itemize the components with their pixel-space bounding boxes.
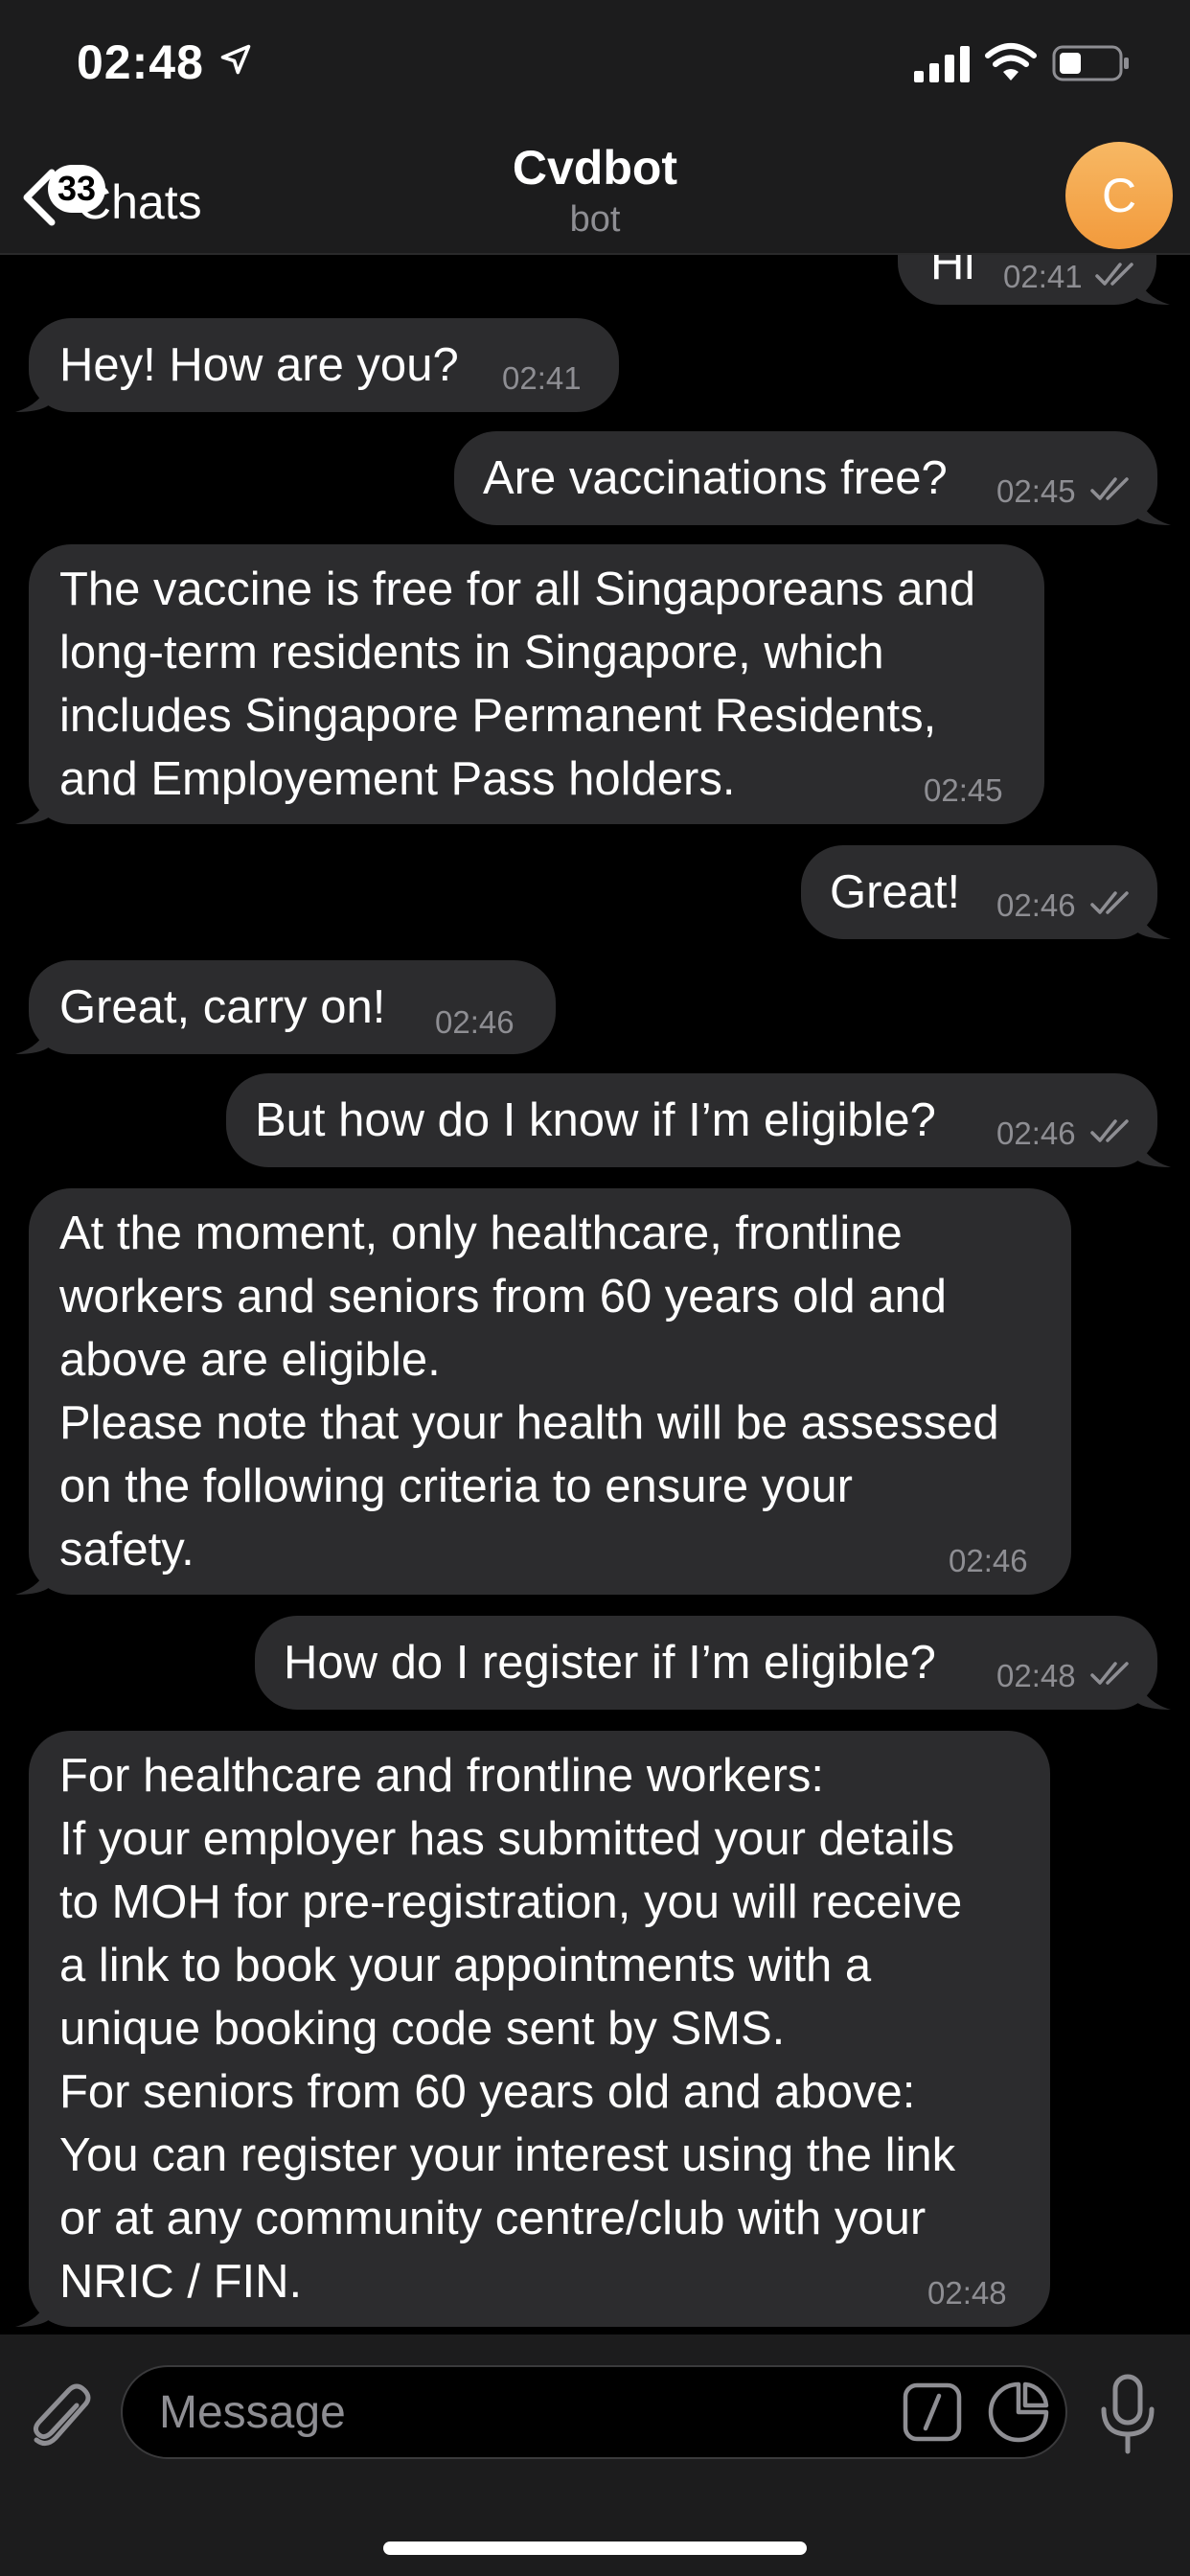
paperclip-icon[interactable] xyxy=(27,2379,94,2453)
double-check-icon xyxy=(1090,477,1129,500)
command-icon[interactable] xyxy=(903,2382,962,2442)
message-text: How do I register if I’m eligible? xyxy=(284,1637,936,1689)
message-time: 02:46 xyxy=(996,1116,1076,1151)
location-arrow-icon xyxy=(220,44,251,75)
double-check-icon xyxy=(1090,1119,1129,1142)
bubble-tail xyxy=(15,1562,50,1595)
home-indicator xyxy=(383,2542,807,2555)
wifi-icon xyxy=(985,43,1037,80)
message-time: 02:46 xyxy=(435,1004,515,1040)
sticker-icon[interactable] xyxy=(987,2380,1050,2444)
message-time: 02:45 xyxy=(996,473,1076,509)
message-text: But how do I know if I’m eligible? xyxy=(255,1094,936,1146)
chat-subtitle: bot xyxy=(569,199,621,240)
bubble-tail xyxy=(15,2294,50,2327)
message-text: Hey! How are you? xyxy=(59,339,459,391)
double-check-icon xyxy=(1090,891,1129,914)
message-placeholder: Message xyxy=(159,2387,346,2438)
message-text: At the moment, only healthcare, frontlin… xyxy=(59,1208,999,1576)
message-time: 02:46 xyxy=(996,887,1076,923)
bubble-tail xyxy=(15,792,50,824)
message-text: The vaccine is free for all Singaporeans… xyxy=(59,564,976,805)
message-input[interactable]: Message xyxy=(121,2365,1067,2459)
avatar[interactable]: C xyxy=(1065,142,1173,249)
status-time: 02:48 xyxy=(77,35,204,89)
bubble-tail xyxy=(1136,493,1171,525)
message-bubble-outgoing[interactable]: How do I register if I’m eligible? 02:48 xyxy=(255,1616,1171,1710)
message-bubble-outgoing[interactable]: Are vaccinations free? 02:45 xyxy=(454,431,1171,525)
message-text: Great, carry on! xyxy=(59,981,386,1033)
message-bubble-incoming[interactable]: At the moment, only healthcare, frontlin… xyxy=(15,1188,1071,1595)
message-time: 02:45 xyxy=(924,772,1003,808)
message-time: 02:48 xyxy=(996,1658,1076,1693)
message-bubble-incoming[interactable]: The vaccine is free for all Singaporeans… xyxy=(15,544,1044,824)
message-time: 02:46 xyxy=(949,1543,1028,1578)
microphone-icon[interactable] xyxy=(1098,2373,1157,2455)
nav-bar: Chats 33 Cvdbot bot C xyxy=(0,125,1190,255)
message-bubble-incoming[interactable]: Hey! How are you? 02:41 xyxy=(15,318,619,412)
signal-icon xyxy=(914,46,970,82)
bubble-tail xyxy=(1136,1135,1171,1167)
bubble-tail xyxy=(1135,272,1170,305)
message-bubble-incoming[interactable]: Great, carry on! 02:46 xyxy=(15,960,556,1054)
battery-icon xyxy=(1052,45,1129,81)
status-bar: 02:48 xyxy=(0,0,1190,125)
message-bubble-incoming[interactable]: For healthcare and frontline workers: If… xyxy=(15,1731,1050,2327)
bubble-tail xyxy=(1136,1677,1171,1710)
message-bubble-outgoing[interactable]: But how do I know if I’m eligible? 02:46 xyxy=(226,1073,1171,1167)
bubble-tail xyxy=(15,1022,50,1054)
composer-bar: Message xyxy=(0,2334,1190,2576)
message-bubble-outgoing[interactable]: Hi 02:41 xyxy=(898,255,1170,305)
message-time: 02:41 xyxy=(502,360,582,396)
chat-title[interactable]: Cvdbot xyxy=(0,140,1190,196)
bubble-tail xyxy=(1136,907,1171,939)
message-bubble-outgoing[interactable]: Great! 02:46 xyxy=(801,845,1171,939)
message-time: 02:48 xyxy=(927,2275,1007,2311)
message-text: Hi xyxy=(930,255,975,289)
double-check-icon xyxy=(1095,263,1133,286)
message-text: Great! xyxy=(830,866,961,918)
message-list[interactable]: Hi 02:41 Hey! How are you? 02:41 Are vac… xyxy=(0,255,1190,2333)
message-text: For healthcare and frontline workers: If… xyxy=(59,1750,963,2308)
double-check-icon xyxy=(1090,1662,1129,1685)
bubble-tail xyxy=(15,380,50,412)
message-text: Are vaccinations free? xyxy=(483,452,948,504)
message-time: 02:41 xyxy=(1003,259,1083,294)
